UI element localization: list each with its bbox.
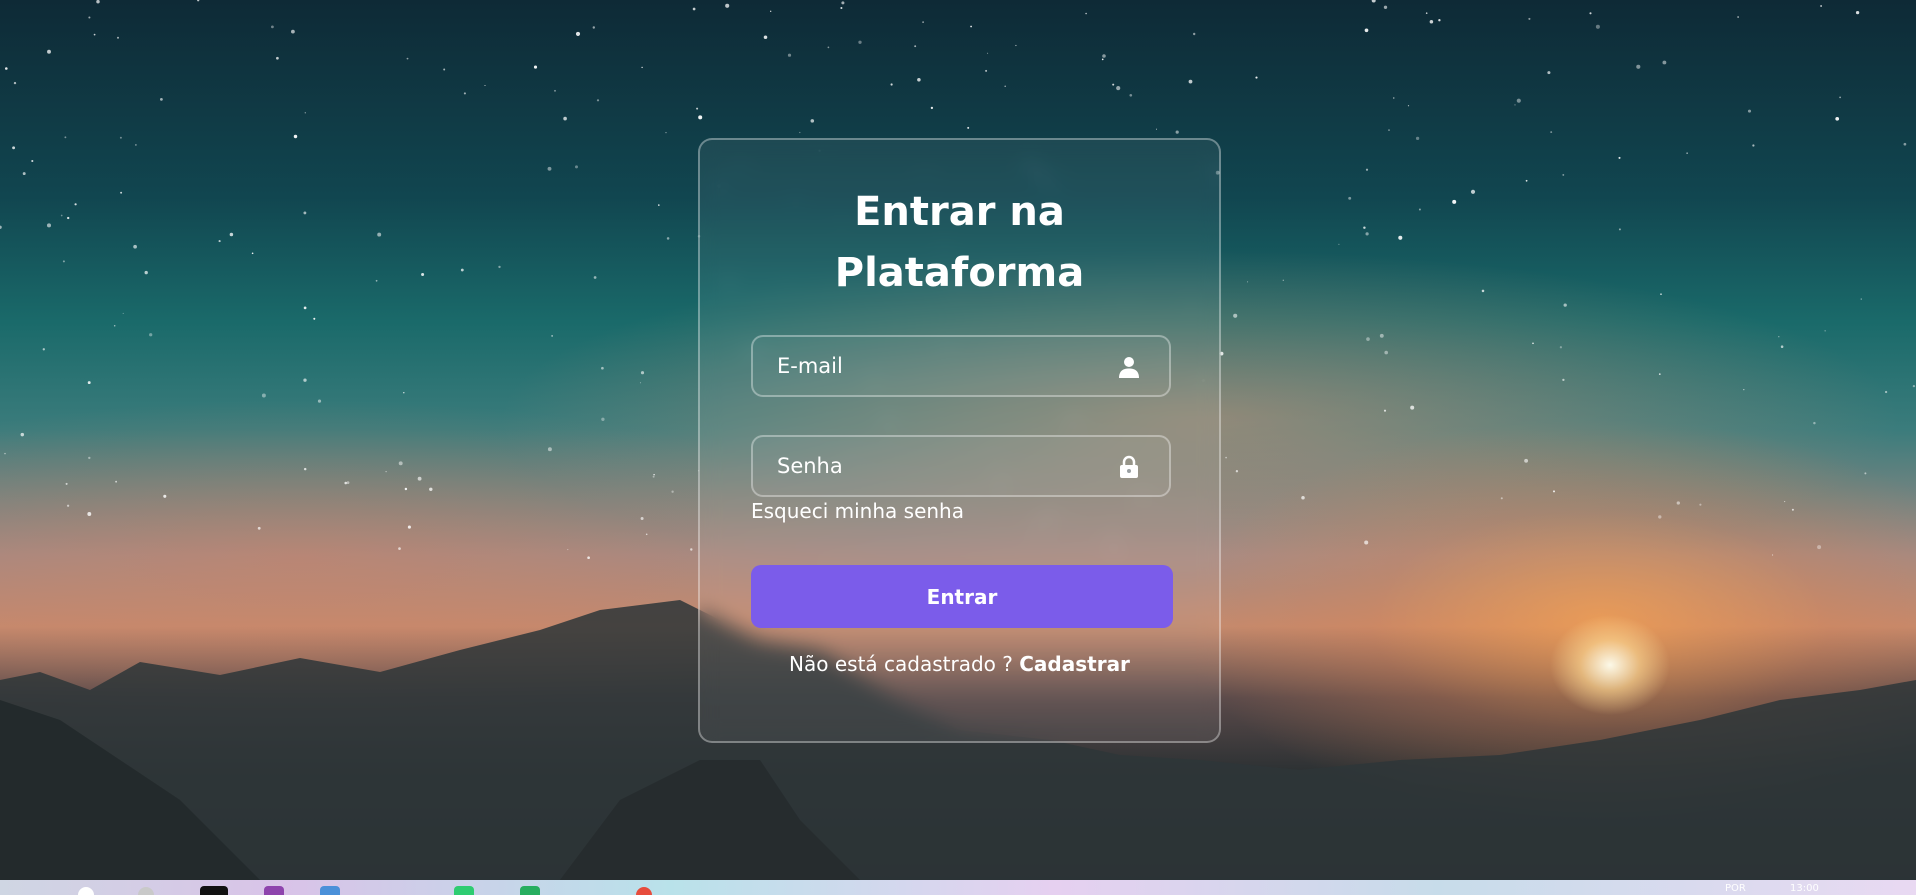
title-line-2: Plataforma: [834, 250, 1085, 296]
signup-link[interactable]: Cadastrar: [1019, 652, 1130, 676]
login-card: Entrar na Plataforma Esqueci minha senha…: [698, 138, 1221, 743]
clock[interactable]: 13:00: [1790, 883, 1819, 894]
title-line-1: Entrar na: [854, 189, 1065, 235]
signup-row: Não está cadastrado ? Cadastrar: [700, 652, 1219, 676]
app-icon-green-2[interactable]: [520, 886, 540, 895]
password-input[interactable]: [753, 437, 1169, 495]
task-view-icon[interactable]: [200, 886, 228, 895]
forgot-password-link[interactable]: Esqueci minha senha: [751, 499, 964, 523]
app-icon-blue[interactable]: [320, 886, 340, 895]
taskbar: POR 13:00: [0, 880, 1916, 895]
user-icon: [1119, 357, 1139, 378]
search-icon[interactable]: [138, 887, 154, 895]
app-icon-purple[interactable]: [264, 886, 284, 895]
password-field: [751, 435, 1171, 497]
lock-icon: [1120, 455, 1138, 478]
email-input[interactable]: [753, 337, 1169, 395]
page-title: Entrar na Plataforma: [700, 182, 1219, 304]
start-icon[interactable]: [78, 887, 94, 895]
app-icon-green[interactable]: [454, 886, 474, 895]
email-field: [751, 335, 1171, 397]
signup-prompt: Não está cadastrado ?: [789, 652, 1013, 676]
language-indicator[interactable]: POR: [1725, 883, 1746, 894]
browser-icon[interactable]: [636, 887, 652, 895]
login-button[interactable]: Entrar: [751, 565, 1173, 628]
